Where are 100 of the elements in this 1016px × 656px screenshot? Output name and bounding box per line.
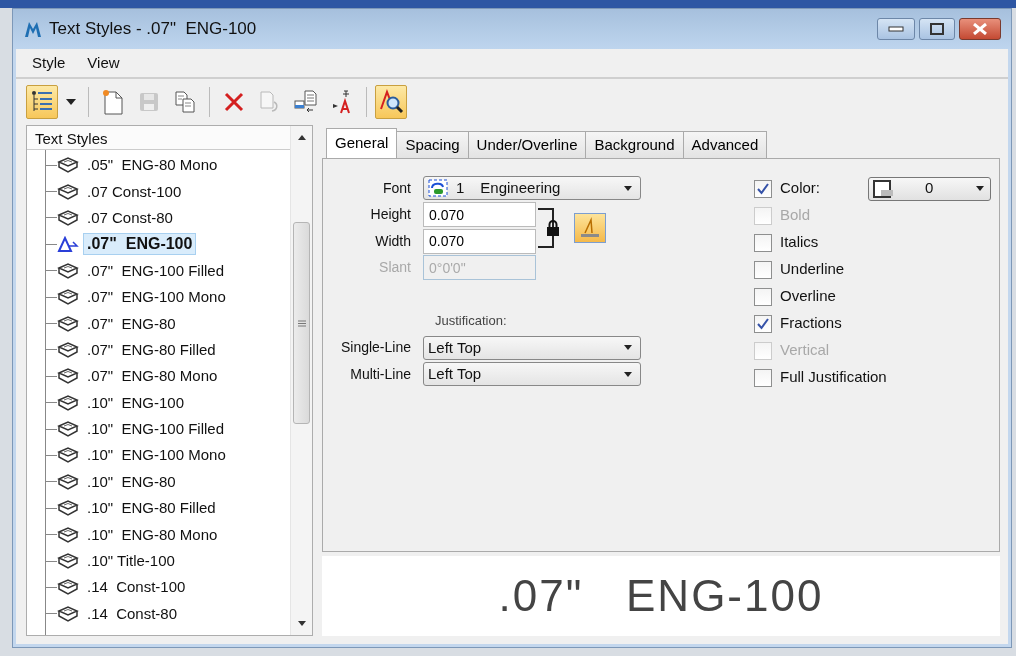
- tree-item[interactable]: .10" ENG-80: [83, 470, 180, 493]
- dropdown-arrow-icon: [624, 185, 632, 191]
- tab[interactable]: Advanced: [682, 131, 768, 158]
- tree-item[interactable]: .07" ENG-100 Filled: [83, 259, 229, 282]
- checkbox-label: Overline: [780, 286, 836, 307]
- column-header: Text Styles: [27, 126, 290, 150]
- tree-item[interactable]: .10" ENG-80 Mono: [83, 523, 222, 546]
- scroll-down-icon[interactable]: [296, 621, 307, 627]
- new-document-icon: [102, 89, 124, 115]
- lock-icon[interactable]: [546, 220, 560, 236]
- close-button[interactable]: [959, 18, 1001, 40]
- save-icon: [138, 91, 160, 113]
- text-style-icon: [57, 262, 79, 279]
- checkbox[interactable]: [754, 287, 772, 306]
- close-icon: [972, 23, 988, 35]
- checkbox-label: Fractions: [780, 313, 842, 334]
- checkbox[interactable]: [754, 314, 772, 333]
- tree-item[interactable]: .07" ENG-100 Mono: [83, 286, 230, 309]
- delete-icon: [223, 91, 245, 113]
- tree-item[interactable]: .07 Const-80: [83, 206, 177, 229]
- scrollbar[interactable]: [290, 126, 312, 635]
- text-style-icon: [57, 605, 79, 622]
- scroll-up-icon[interactable]: [296, 134, 307, 140]
- field-label: Slant: [378, 258, 412, 278]
- tree-item[interactable]: .05" ENG-80 Mono: [83, 154, 222, 177]
- dropdown-arrow-icon: [624, 345, 632, 351]
- tree-item[interactable]: .07" ENG-80: [83, 312, 180, 335]
- text-style-icon: [57, 394, 79, 411]
- tab[interactable]: Background: [585, 131, 684, 158]
- tree-item[interactable]: .14 Const-100: [83, 576, 190, 599]
- text-ruler-icon: [579, 217, 601, 239]
- tree-item[interactable]: .10" Title-100: [83, 550, 179, 573]
- font-icon: [428, 179, 448, 198]
- tree-item[interactable]: .14 Const-80: [83, 602, 182, 625]
- preview-icon: [378, 89, 404, 115]
- tab[interactable]: Under/Overline: [467, 131, 587, 158]
- tree-item[interactable]: .07 Const-100: [83, 180, 186, 203]
- minimize-button[interactable]: [877, 18, 915, 40]
- tab[interactable]: Spacing: [396, 131, 469, 158]
- copy-icon: [174, 90, 196, 114]
- text-style-icon: [57, 579, 79, 596]
- text-style-icon: [57, 500, 79, 517]
- checkbox-label: Italics: [780, 232, 819, 253]
- font-dropdown[interactable]: 1 Engineering: [423, 176, 641, 201]
- tab[interactable]: General: [326, 128, 398, 158]
- checkbox[interactable]: [754, 260, 772, 279]
- checkbox[interactable]: [754, 233, 772, 252]
- tree-item[interactable]: .07" ENG-80 Filled: [83, 338, 220, 361]
- checkbox-label: Bold: [780, 205, 811, 226]
- text-style-icon: [57, 473, 79, 490]
- field-label: Height: [369, 205, 412, 225]
- text-style-icon: [57, 157, 79, 174]
- tree-item[interactable]: .07" ENG-100: [83, 233, 197, 256]
- dropdown-arrow-icon: [976, 186, 984, 191]
- dropdown-arrow-icon: [624, 371, 632, 377]
- caret-icon: [66, 99, 76, 105]
- menu-item[interactable]: View: [87, 51, 120, 75]
- height-field[interactable]: 0.070: [423, 202, 536, 228]
- minimize-icon: [888, 26, 904, 32]
- tree-item[interactable]: .10" ENG-100 Mono: [83, 444, 230, 467]
- tree-item[interactable]: .10" ENG-100 Filled: [83, 418, 229, 441]
- text-style-icon: [57, 447, 79, 464]
- text-style-icon: [57, 368, 79, 385]
- text-style-icon: [57, 183, 79, 200]
- field-label: Multi-Line: [349, 364, 412, 384]
- scroll-thumb[interactable]: [293, 222, 310, 424]
- field-label: Font: [382, 178, 412, 198]
- text-style-icon: [57, 421, 79, 438]
- maximize-icon: [930, 23, 944, 35]
- active-style-icon: [57, 236, 79, 253]
- tree-item[interactable]: .10" ENG-100: [83, 391, 189, 414]
- maximize-button[interactable]: [919, 18, 955, 40]
- text-style-icon: [57, 315, 79, 332]
- text-style-icon: [57, 209, 79, 226]
- text-style-icon: [57, 341, 79, 358]
- checkbox-label: Underline: [780, 259, 845, 280]
- checkbox[interactable]: [754, 179, 772, 198]
- color-swatch-icon: [873, 179, 895, 198]
- checkbox-label: Vertical: [780, 340, 830, 361]
- import-icon: [293, 90, 319, 114]
- field-label: Single-Line: [339, 338, 412, 358]
- text-style-icon: [57, 553, 79, 570]
- menu-item[interactable]: Style: [32, 51, 66, 75]
- checkbox-label: Full Justification: [780, 367, 887, 388]
- justification-dropdown[interactable]: Left Top: [423, 335, 641, 360]
- width-field[interactable]: 0.070: [423, 228, 536, 254]
- text-style-icon: [57, 526, 79, 543]
- checkbox-label: Color:: [780, 178, 820, 199]
- section-label: Justification:: [434, 312, 508, 330]
- field-label: Width: [374, 231, 412, 251]
- preview-text: .07" ENG-100: [498, 570, 824, 622]
- checkbox[interactable]: [754, 368, 772, 387]
- text-style-icon: [57, 289, 79, 306]
- justification-dropdown[interactable]: Left Top: [423, 362, 641, 387]
- text-size-button[interactable]: [574, 213, 606, 243]
- window-title: Text Styles - .07" ENG-100: [49, 18, 257, 41]
- color-dropdown[interactable]: 0: [868, 176, 991, 201]
- tree-item[interactable]: .10" ENG-80 Filled: [83, 497, 220, 520]
- list-icon: [30, 90, 54, 114]
- tree-item[interactable]: .07" ENG-80 Mono: [83, 365, 222, 388]
